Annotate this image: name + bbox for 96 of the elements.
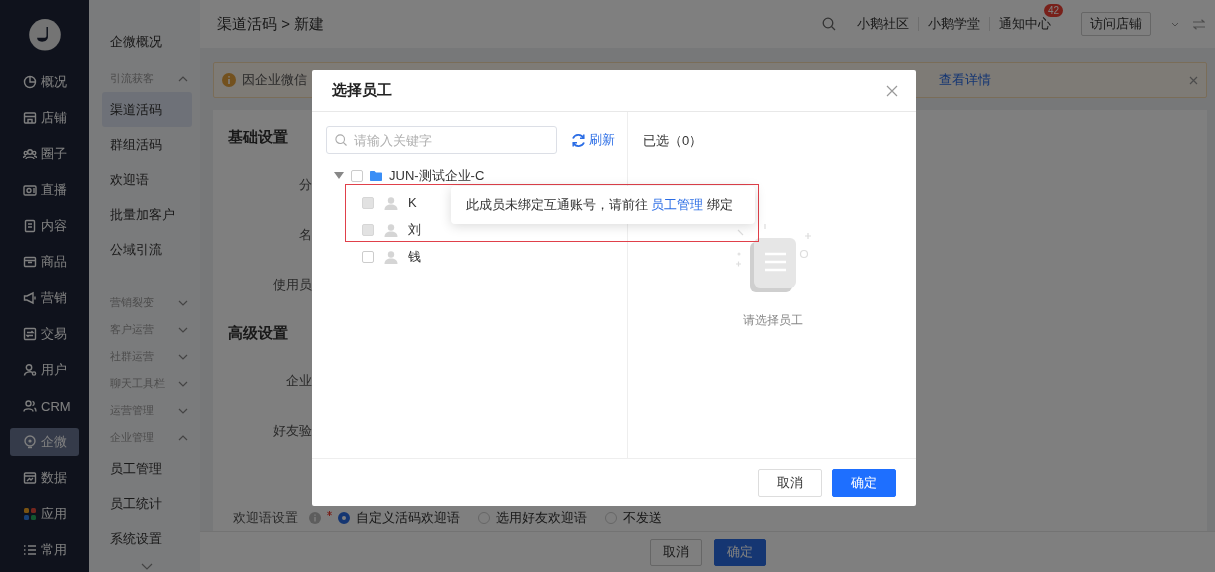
person-icon: [384, 222, 398, 237]
nav-item[interactable]: 应用: [10, 500, 79, 528]
staff-name: 刘: [408, 220, 421, 239]
breadcrumb: 渠道活码 > 新建: [217, 14, 326, 34]
logo-icon: [28, 19, 61, 51]
header-link[interactable]: 通知中心: [999, 16, 1051, 31]
close-icon[interactable]: [886, 84, 898, 97]
camera-icon: [23, 183, 37, 198]
header-link[interactable]: 小鹅学堂: [919, 17, 990, 31]
dialog-title: 选择员工: [332, 81, 392, 100]
chevron-down-icon: [178, 326, 188, 333]
nav-item[interactable]: 直播: [10, 176, 79, 205]
box-icon: [23, 255, 37, 270]
caret-down-icon[interactable]: [334, 172, 344, 179]
refresh-button[interactable]: 刷新: [571, 131, 615, 149]
shop-icon: [23, 111, 37, 126]
confirm-button[interactable]: 确定: [713, 538, 766, 566]
radio-label: 自定义活码欢迎语: [356, 509, 460, 527]
nav-item[interactable]: 店铺: [10, 104, 79, 133]
info-icon: [309, 512, 321, 524]
person-icon: [384, 195, 398, 210]
search-field[interactable]: 请输入关键字: [326, 126, 557, 154]
nav-item[interactable]: 概况: [10, 68, 79, 97]
menu-item[interactable]: 系统设置: [102, 521, 192, 556]
menu-item[interactable]: 员工统计: [102, 486, 192, 521]
menu-item[interactable]: 公域引流: [102, 232, 192, 267]
field-label: 使用员: [272, 276, 312, 294]
document-icon: [23, 219, 37, 234]
pie-chart-icon: [23, 75, 37, 90]
nav-item[interactable]: CRM: [10, 392, 79, 420]
menu-item[interactable]: 渠道活码: [102, 92, 192, 127]
nav-item[interactable]: 数据: [10, 464, 79, 492]
nav-item[interactable]: 企微: [10, 428, 79, 456]
empty-text: 请选择员工: [742, 312, 803, 329]
chevron-down-icon: [178, 299, 188, 306]
field-label: 欢迎语设置: [232, 509, 298, 527]
checkbox[interactable]: [351, 169, 363, 182]
menu-item[interactable]: 员工管理: [102, 451, 192, 486]
field-label: 好友验: [272, 422, 312, 440]
nav-item[interactable]: 营销: [10, 284, 79, 312]
person-icon: [384, 249, 398, 264]
megaphone-icon: [23, 291, 37, 306]
tooltip-text: 此成员未绑定互通账号，请前往 员工管理 绑定: [466, 196, 733, 214]
menu-item[interactable]: 欢迎语: [102, 162, 192, 197]
confirm-button[interactable]: 确定: [832, 469, 896, 497]
radio-label: 选用好友欢迎语: [496, 509, 587, 527]
swap-icon[interactable]: [1193, 18, 1205, 30]
nav-item[interactable]: 商品: [10, 248, 79, 277]
department-name: JUN-测试企业-C: [389, 166, 485, 185]
list-icon: [23, 542, 37, 557]
chevron-down-icon: [178, 380, 188, 387]
section-title: 高级设置: [227, 322, 288, 343]
nav-item[interactable]: 交易: [10, 320, 79, 348]
users-icon: [23, 399, 37, 413]
field-label: 名: [298, 226, 312, 244]
checkbox[interactable]: [362, 250, 374, 263]
selected-title: 已选（0）: [643, 132, 704, 150]
section-title: 基础设置: [227, 126, 288, 147]
field-label: 分: [298, 176, 312, 194]
cancel-button[interactable]: 取消: [649, 538, 702, 566]
menu-item[interactable]: 群组活码: [102, 127, 192, 162]
chart-icon: [23, 470, 37, 485]
search-icon[interactable]: [822, 17, 836, 31]
nav-item[interactable]: 用户: [10, 356, 79, 384]
folder-icon: [370, 170, 382, 181]
people-icon: [23, 147, 37, 162]
exchange-icon: [23, 327, 37, 342]
details-link[interactable]: 查看详情: [939, 71, 1189, 89]
refresh-icon: [571, 132, 586, 148]
info-icon: [222, 73, 236, 87]
cancel-button[interactable]: 取消: [758, 469, 822, 497]
chevron-down-icon: [178, 407, 188, 414]
visit-store-button[interactable]: 访问店铺: [1081, 12, 1151, 36]
alert-text: 因企业微信: [242, 71, 308, 89]
chevron-up-icon: [178, 434, 188, 441]
menu-item[interactable]: 企微概况: [102, 24, 192, 59]
nav-item[interactable]: 圈子: [10, 140, 79, 169]
search-icon: [335, 134, 347, 146]
radio-label: 不发送: [623, 509, 662, 527]
menu-item[interactable]: 批量加客户: [102, 197, 192, 232]
field-label: 企业: [285, 372, 312, 390]
user-icon: [23, 363, 37, 378]
chevron-up-icon: [178, 75, 188, 82]
count-badge: 42: [1043, 4, 1063, 17]
staff-name: K: [408, 195, 417, 210]
staff-name: 钱: [408, 247, 421, 266]
radio-button[interactable]: [338, 512, 350, 524]
chevron-down-icon[interactable]: [1171, 21, 1179, 27]
close-icon[interactable]: [1189, 75, 1198, 85]
nav-item[interactable]: 内容: [10, 212, 79, 241]
apps-icon: [23, 506, 37, 521]
staff-management-link[interactable]: 员工管理: [651, 197, 704, 212]
chevron-down-icon: [141, 563, 153, 570]
header-link[interactable]: 小鹅社区: [848, 17, 919, 31]
chevron-down-icon: [178, 353, 188, 360]
nav-item[interactable]: 常用: [10, 536, 79, 564]
